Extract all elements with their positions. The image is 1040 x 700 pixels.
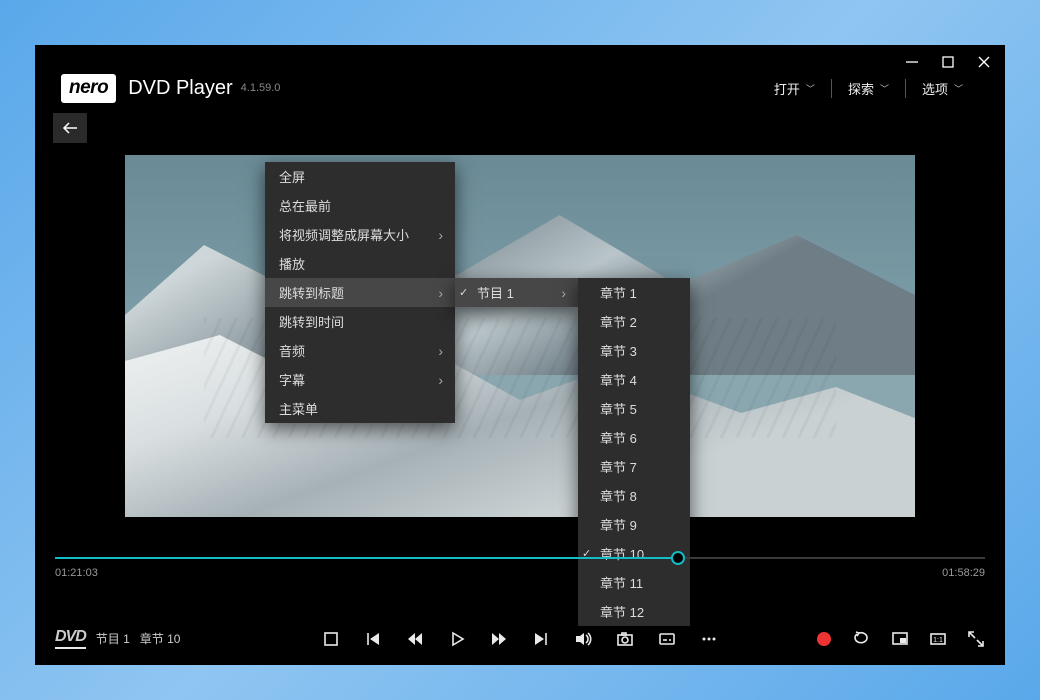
context-menu-item[interactable]: 字幕 (265, 365, 455, 394)
context-menu-item[interactable]: 音频 (265, 336, 455, 365)
back-button[interactable] (53, 113, 87, 143)
chapter-menu-label: 章节 2 (600, 312, 637, 331)
play-button[interactable] (448, 630, 466, 648)
nav-open-label: 打开 (774, 79, 800, 98)
chapter-menu-item[interactable]: 章节 4 (578, 365, 690, 394)
aspect-button[interactable]: 1:1 (929, 630, 947, 648)
chevron-down-icon: ﹀ (954, 82, 963, 95)
app-window: nero DVD Player 4.1.59.0 打开 ﹀ 探索 ﹀ 选项 ﹀ 全屏总… (35, 45, 1005, 665)
context-menu-item[interactable]: 跳转到时间 (265, 307, 455, 336)
chapter-menu-label: 章节 1 (600, 283, 637, 302)
window-controls (905, 55, 991, 69)
app-title: DVD Player (128, 77, 232, 100)
record-button[interactable] (815, 630, 833, 648)
chapter-menu-item[interactable]: 章节 12 (578, 597, 690, 626)
video-viewport[interactable] (125, 155, 915, 517)
right-controls: 1:1 (815, 630, 985, 648)
chevron-down-icon: ﹀ (806, 82, 815, 95)
close-button[interactable] (977, 55, 991, 69)
context-menu-item[interactable]: 总在最前 (265, 191, 455, 220)
app-version: 4.1.59.0 (241, 82, 281, 94)
chapter-menu-item[interactable]: 章节 8 (578, 481, 690, 510)
title-menu-item[interactable]: ✓ 节目 1 (455, 278, 578, 307)
context-menu-item[interactable]: 播放 (265, 249, 455, 278)
context-menu: 全屏总在最前将视频调整成屏幕大小播放跳转到标题跳转到时间音频字幕主菜单 (265, 162, 455, 423)
snapshot-button[interactable] (616, 630, 634, 648)
repeat-button[interactable] (853, 630, 871, 648)
seek-bar[interactable] (55, 557, 985, 559)
dvd-logo: DVD (55, 628, 86, 649)
chapter-menu-label: 章节 5 (600, 399, 637, 418)
chapter-menu-label: 章节 8 (600, 486, 637, 505)
context-menu-item[interactable]: 跳转到标题 (265, 278, 455, 307)
chapter-menu-label: 章节 6 (600, 428, 637, 447)
chapter-menu-item[interactable]: 章节 7 (578, 452, 690, 481)
seek-knob[interactable] (671, 551, 685, 565)
next-button[interactable] (532, 630, 550, 648)
subtitle-button[interactable] (658, 630, 676, 648)
nav-open[interactable]: 打开 ﹀ (758, 79, 832, 98)
pip-button[interactable] (891, 630, 909, 648)
control-bar: DVD 节目 1 章节 10 1:1 (55, 628, 985, 649)
chapter-menu-item[interactable]: 章节 5 (578, 394, 690, 423)
seek-fill (55, 557, 678, 559)
chapter-menu-item[interactable]: 章节 3 (578, 336, 690, 365)
brand-badge: nero (61, 74, 116, 103)
nav-explore-label: 探索 (848, 79, 874, 98)
check-icon: ✓ (459, 286, 468, 299)
status-chapter: 章节 10 (140, 630, 181, 647)
context-menu-item[interactable]: 主菜单 (265, 394, 455, 423)
chevron-down-icon: ﹀ (880, 82, 889, 95)
context-menu-label: 全屏 (279, 167, 305, 186)
context-menu-label: 播放 (279, 254, 305, 273)
context-menu-label: 总在最前 (279, 196, 331, 215)
transport-controls (322, 630, 718, 648)
arrow-left-icon (62, 121, 78, 135)
nav-options-label: 选项 (922, 79, 948, 98)
chapter-menu-label: 章节 12 (600, 602, 644, 621)
context-menu-item[interactable]: 将视频调整成屏幕大小 (265, 220, 455, 249)
context-menu-label: 音频 (279, 341, 305, 360)
chapter-menu-item[interactable]: 章节 2 (578, 307, 690, 336)
context-menu-label: 主菜单 (279, 399, 318, 418)
minimize-button[interactable] (905, 55, 919, 69)
time-elapsed: 01:21:03 (55, 567, 98, 579)
chapter-menu-label: 章节 7 (600, 457, 637, 476)
volume-button[interactable] (574, 630, 592, 648)
chapter-menu-label: 章节 9 (600, 515, 637, 534)
context-menu-label: 字幕 (279, 370, 305, 389)
context-menu-label: 跳转到时间 (279, 312, 344, 331)
maximize-button[interactable] (941, 55, 955, 69)
title-menu-label: 节目 1 (477, 283, 514, 302)
context-menu-item[interactable]: 全屏 (265, 162, 455, 191)
progress-section: 01:21:03 01:58:29 (55, 557, 985, 579)
time-total: 01:58:29 (942, 567, 985, 579)
record-icon (817, 632, 831, 646)
chapter-menu-item[interactable]: 章节 9 (578, 510, 690, 539)
chapter-menu-item[interactable]: 章节 6 (578, 423, 690, 452)
status-area: DVD 节目 1 章节 10 (55, 628, 180, 649)
nav-options[interactable]: 选项 ﹀ (906, 79, 979, 98)
rewind-button[interactable] (406, 630, 424, 648)
context-menu-label: 将视频调整成屏幕大小 (279, 225, 409, 244)
nav-explore[interactable]: 探索 ﹀ (832, 79, 906, 98)
chapter-menu-item[interactable]: 章节 1 (578, 278, 690, 307)
status-title: 节目 1 (96, 630, 130, 647)
stop-button[interactable] (322, 630, 340, 648)
forward-button[interactable] (490, 630, 508, 648)
title-submenu: ✓ 节目 1 (455, 278, 578, 307)
context-menu-label: 跳转到标题 (279, 283, 344, 302)
chapter-menu-label: 章节 4 (600, 370, 637, 389)
prev-button[interactable] (364, 630, 382, 648)
fullscreen-button[interactable] (967, 630, 985, 648)
top-nav: 打开 ﹀ 探索 ﹀ 选项 ﹀ (758, 79, 979, 98)
header: nero DVD Player 4.1.59.0 打开 ﹀ 探索 ﹀ 选项 ﹀ (35, 45, 1005, 103)
chapter-menu-label: 章节 3 (600, 341, 637, 360)
svg-text:1:1: 1:1 (933, 637, 943, 644)
more-button[interactable] (700, 630, 718, 648)
